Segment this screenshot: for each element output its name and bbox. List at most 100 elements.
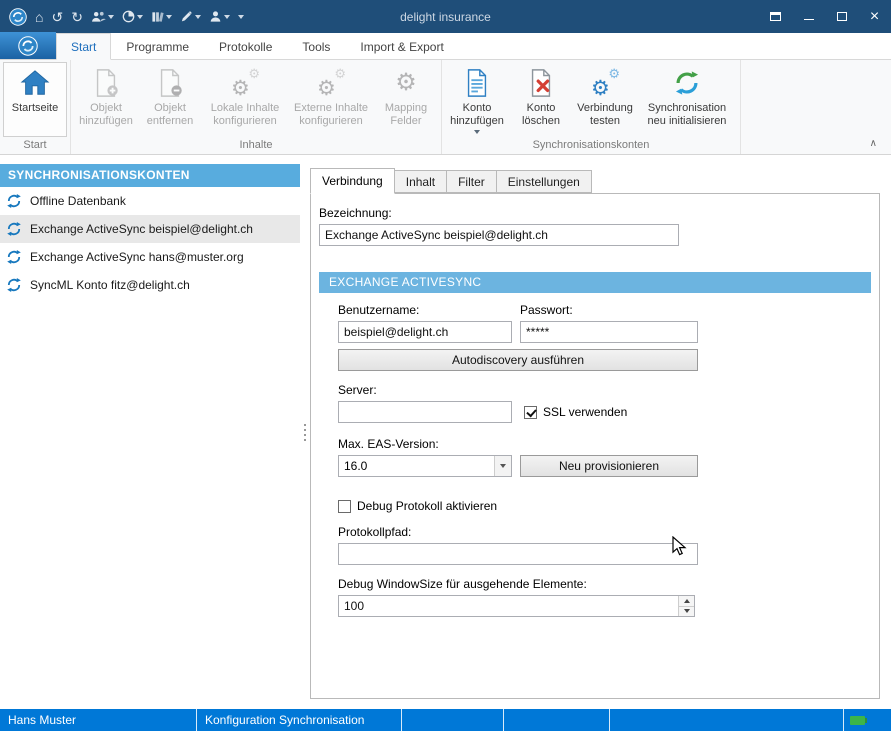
ribbon-group-synchronisationskonten: Konto hinzufügen Konto löschen ⚙⚙ Verbin… <box>442 60 741 154</box>
ssl-checkbox-label: SSL verwenden <box>543 405 627 419</box>
protokollpfad-input[interactable] <box>338 543 698 565</box>
statusbar-separator <box>503 709 504 731</box>
refresh-icon[interactable]: ↻ <box>67 4 87 30</box>
eas-version-select[interactable]: 16.0 <box>338 455 512 477</box>
sync-icon <box>6 193 22 209</box>
sync-icon <box>6 249 22 265</box>
server-input[interactable] <box>338 401 512 423</box>
ribbon-group-label: Inhalte <box>74 137 438 154</box>
tab-filter[interactable]: Filter <box>446 170 497 193</box>
passwort-input[interactable] <box>520 321 698 343</box>
ribbon: Startseite Start Objekt hinzufügen Objek… <box>0 60 891 155</box>
library-icon[interactable] <box>147 4 176 30</box>
lokale-inhalte-konfigurieren-button[interactable]: ⚙⚙ Lokale Inhalte konfigurieren <box>202 62 288 137</box>
content-area: SYNCHRONISATIONSKONTEN Offline Datenbank… <box>0 155 891 709</box>
exchange-activesync-section-header: EXCHANGE ACTIVESYNC <box>319 272 871 293</box>
account-item-exchange-hans[interactable]: Exchange ActiveSync hans@muster.org <box>0 243 300 271</box>
statusbar-separator <box>609 709 610 731</box>
dropdown-caret-icon <box>108 15 114 19</box>
objekt-entfernen-button[interactable]: Objekt entfernen <box>138 62 202 137</box>
accounts-sidebar: SYNCHRONISATIONSKONTEN Offline Datenbank… <box>0 155 300 709</box>
popup-icon <box>770 12 781 21</box>
konto-hinzufuegen-button[interactable]: Konto hinzufügen <box>445 62 509 137</box>
ssl-checkbox-row: SSL verwenden <box>524 405 627 419</box>
ribbon-group-start: Startseite Start <box>0 60 71 154</box>
ribbon-tab-protokolle[interactable]: Protokolle <box>204 33 287 60</box>
bezeichnung-input[interactable] <box>319 224 679 246</box>
statusbar-status: Konfiguration Synchronisation <box>197 713 401 727</box>
chart-icon[interactable] <box>118 4 147 30</box>
protokollpfad-label: Protokollpfad: <box>338 525 871 539</box>
sync-icon <box>6 221 22 237</box>
gear-icon: ⚙ <box>390 67 422 99</box>
maximize-button[interactable] <box>825 0 858 33</box>
eas-version-label: Max. EAS-Version: <box>338 437 871 451</box>
sync-refresh-icon <box>671 67 703 99</box>
ribbon-tab-row: Start Programme Protokolle Tools Import … <box>0 33 891 60</box>
home-icon[interactable]: ⌂ <box>31 4 47 30</box>
passwort-label: Passwort: <box>520 303 698 317</box>
account-item-exchange-beispiel[interactable]: Exchange ActiveSync beispiel@delight.ch <box>0 215 300 243</box>
konto-loeschen-button[interactable]: Konto löschen <box>509 62 573 137</box>
person-icon[interactable] <box>205 4 234 30</box>
splitter-handle[interactable] <box>300 155 310 709</box>
debug-protokoll-label: Debug Protokoll aktivieren <box>357 499 497 513</box>
dropdown-caret-icon <box>166 15 172 19</box>
account-delete-icon <box>525 67 557 99</box>
ribbon-tab-import-export[interactable]: Import & Export <box>345 33 458 60</box>
file-menu-button[interactable] <box>0 32 56 59</box>
debug-protokoll-checkbox[interactable] <box>338 500 351 513</box>
popup-window-button[interactable] <box>759 0 792 33</box>
windowsize-input[interactable] <box>338 595 695 617</box>
statusbar-separator <box>401 709 402 731</box>
app-window: ⌂ ↺ ↻ delight insurance × Start Programm… <box>0 0 891 731</box>
statusbar-user: Hans Muster <box>0 713 196 727</box>
sidebar-header: SYNCHRONISATIONSKONTEN <box>0 164 300 187</box>
spin-down-button[interactable] <box>679 606 694 617</box>
close-button[interactable]: × <box>858 0 891 33</box>
titlebar: ⌂ ↺ ↻ delight insurance × <box>0 0 891 33</box>
account-item-offline-datenbank[interactable]: Offline Datenbank <box>0 187 300 215</box>
app-logo-icon <box>18 36 38 56</box>
ribbon-tab-programme[interactable]: Programme <box>111 33 204 60</box>
minimize-button[interactable] <box>792 0 825 33</box>
spinner-buttons <box>678 596 694 616</box>
externe-inhalte-konfigurieren-button[interactable]: ⚙⚙ Externe Inhalte konfigurieren <box>288 62 374 137</box>
synchronisation-neu-initialisieren-button[interactable]: Synchronisation neu initialisieren <box>637 62 737 137</box>
tab-verbindung[interactable]: Verbindung <box>310 168 395 194</box>
objekt-hinzufuegen-button[interactable]: Objekt hinzufügen <box>74 62 138 137</box>
collapse-ribbon-button[interactable]: ∧ <box>866 137 881 151</box>
account-label: SyncML Konto fitz@delight.ch <box>30 278 190 292</box>
windowsize-spinner <box>338 595 695 617</box>
back-icon[interactable]: ↺ <box>47 4 67 30</box>
ssl-checkbox[interactable] <box>524 406 537 419</box>
mapping-felder-button[interactable]: ⚙ Mapping Felder <box>374 62 438 137</box>
benutzername-input[interactable] <box>338 321 512 343</box>
main-panel: Verbindung Inhalt Filter Einstellungen B… <box>310 155 891 709</box>
pen-icon[interactable] <box>176 4 205 30</box>
quick-access-toolbar: ⌂ ↺ ↻ <box>5 0 248 33</box>
tab-inhalt[interactable]: Inhalt <box>394 170 447 193</box>
contacts-icon[interactable] <box>87 4 118 30</box>
startseite-button[interactable]: Startseite <box>3 62 67 137</box>
dropdown-caret-icon <box>474 130 480 134</box>
ribbon-tab-start[interactable]: Start <box>56 33 111 60</box>
tab-einstellungen[interactable]: Einstellungen <box>496 170 592 193</box>
qat-overflow-icon[interactable] <box>234 4 248 30</box>
select-caret-icon <box>494 456 511 476</box>
dropdown-caret-icon <box>224 15 230 19</box>
neu-provisionieren-button[interactable]: Neu provisionieren <box>520 455 698 477</box>
app-logo-icon[interactable] <box>5 4 31 30</box>
ribbon-group-inhalte: Objekt hinzufügen Objekt entfernen ⚙⚙ Lo… <box>71 60 442 154</box>
ribbon-tab-tools[interactable]: Tools <box>287 33 345 60</box>
spin-up-button[interactable] <box>679 596 694 606</box>
account-label: Exchange ActiveSync beispiel@delight.ch <box>30 222 253 236</box>
autodiscovery-button[interactable]: Autodiscovery ausführen <box>338 349 698 371</box>
statusbar-separator <box>843 709 844 731</box>
connection-status-icon <box>850 716 865 725</box>
account-label: Offline Datenbank <box>30 194 126 208</box>
account-item-syncml-fitz[interactable]: SyncML Konto fitz@delight.ch <box>0 271 300 299</box>
windowsize-label: Debug WindowSize für ausgehende Elemente… <box>338 577 871 591</box>
verbindung-testen-button[interactable]: ⚙⚙ Verbindung testen <box>573 62 637 137</box>
minimize-icon <box>804 19 814 20</box>
